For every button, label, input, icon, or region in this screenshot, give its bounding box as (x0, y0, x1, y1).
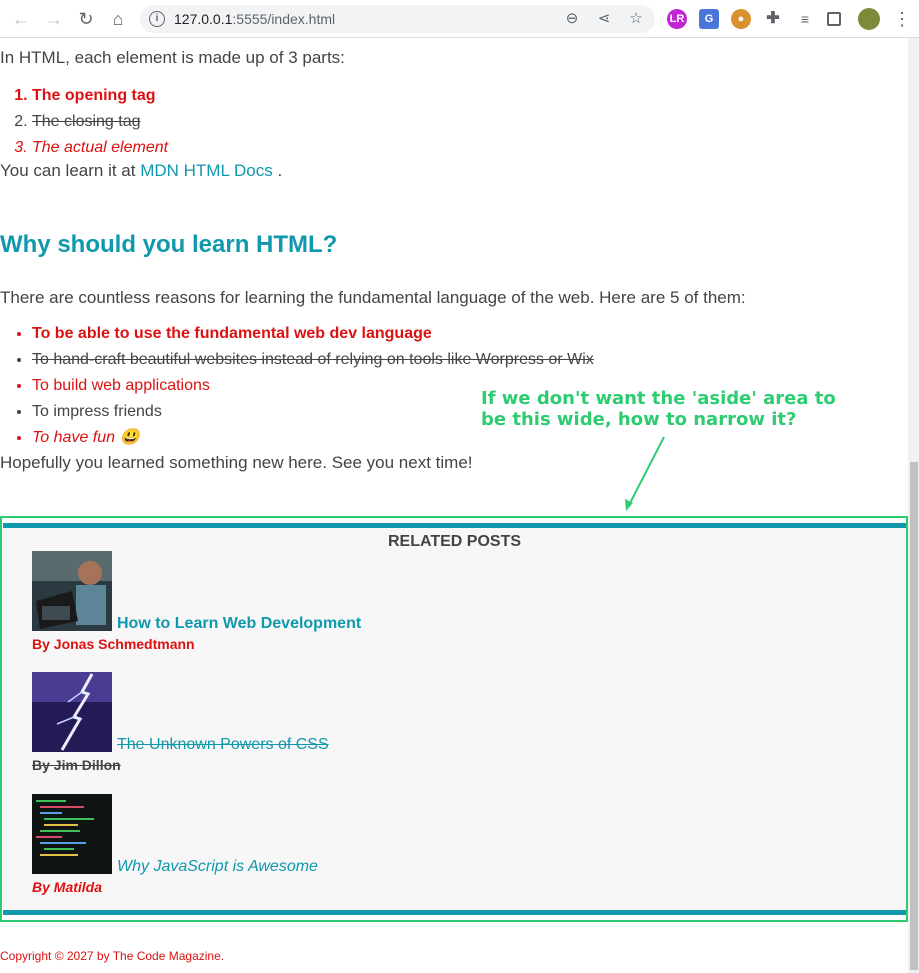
list-item: The opening tag (32, 85, 168, 111)
list-item: The actual element (32, 137, 168, 163)
menu-icon[interactable]: ⋮ (891, 8, 913, 30)
profile-avatar[interactable] (858, 8, 880, 30)
url-path: :5555/index.html (232, 11, 336, 27)
scrollbar-thumb[interactable] (910, 462, 918, 970)
extension-lr-icon[interactable]: LR (667, 9, 687, 29)
side-panel-icon[interactable] (827, 12, 841, 26)
learn-text: You can learn it at MDN HTML Docs . (0, 161, 282, 181)
star-icon[interactable]: ☆ (628, 11, 644, 27)
post-title-link[interactable]: Why JavaScript is Awesome (117, 858, 318, 876)
footer-copyright: Copyright © 2027 by The Code Magazine. (0, 949, 225, 963)
related-posts-aside: RELATED POSTS How to Learn Web Developme… (3, 523, 906, 915)
post-title-link[interactable]: The Unknown Powers of CSS (117, 736, 329, 754)
home-icon[interactable]: ⌂ (107, 8, 129, 30)
post-thumbnail-lightning (32, 672, 112, 752)
info-icon[interactable]: i (149, 11, 165, 27)
url-text[interactable]: 127.0.0.1:5555/index.html (174, 11, 335, 27)
back-icon[interactable]: ← (10, 8, 32, 30)
annotation-note: If we don't want the 'aside' area to be … (481, 388, 836, 430)
list-item: The closing tag (32, 111, 168, 137)
forward-icon[interactable]: → (43, 8, 65, 30)
page-content: In HTML, each element is made up of 3 pa… (0, 38, 908, 973)
list-item: To hand-craft beautiful websites instead… (32, 350, 594, 376)
cookie-icon[interactable]: ● (731, 9, 751, 29)
parts-list: The opening tag The closing tag The actu… (0, 85, 168, 163)
zoom-icon[interactable]: ⊖ (564, 11, 580, 27)
address-bar[interactable]: i 127.0.0.1:5555/index.html ⊖ ⋖ ☆ (140, 5, 655, 33)
post-title-link[interactable]: How to Learn Web Development (117, 615, 361, 633)
post-thumbnail-laptop (32, 551, 112, 631)
post-author: By Jonas Schmedtmann (32, 636, 195, 652)
outro-text: Hopefully you learned something new here… (0, 453, 473, 472)
annotation-arrow-icon (625, 436, 665, 511)
learn-suffix: . (272, 161, 283, 180)
list-item: To have fun 😃 (32, 428, 594, 454)
section-heading: Why should you learn HTML? (0, 231, 338, 258)
post-thumbnail-code (32, 794, 112, 874)
post-author: By Jim Dillon (32, 757, 121, 773)
mdn-link[interactable]: MDN HTML Docs (140, 161, 273, 180)
translate-icon[interactable]: G (699, 9, 719, 29)
reading-list-icon[interactable]: ≡ (795, 9, 815, 29)
aside-heading: RELATED POSTS (387, 533, 522, 550)
browser-toolbar: ← → ↻ ⌂ i 127.0.0.1:5555/index.html ⊖ ⋖ … (0, 0, 919, 38)
intro-text: In HTML, each element is made up of 3 pa… (0, 48, 345, 67)
share-icon[interactable]: ⋖ (596, 11, 612, 27)
extensions-puzzle-icon[interactable]: ✚ (763, 9, 783, 29)
reload-icon[interactable]: ↻ (75, 8, 97, 30)
list-item: To be able to use the fundamental web de… (32, 324, 594, 350)
url-host: 127.0.0.1 (174, 11, 233, 27)
post-author: By Matilda (32, 879, 103, 895)
reasons-intro: There are countless reasons for learning… (0, 288, 746, 307)
learn-prefix: You can learn it at (0, 161, 141, 180)
